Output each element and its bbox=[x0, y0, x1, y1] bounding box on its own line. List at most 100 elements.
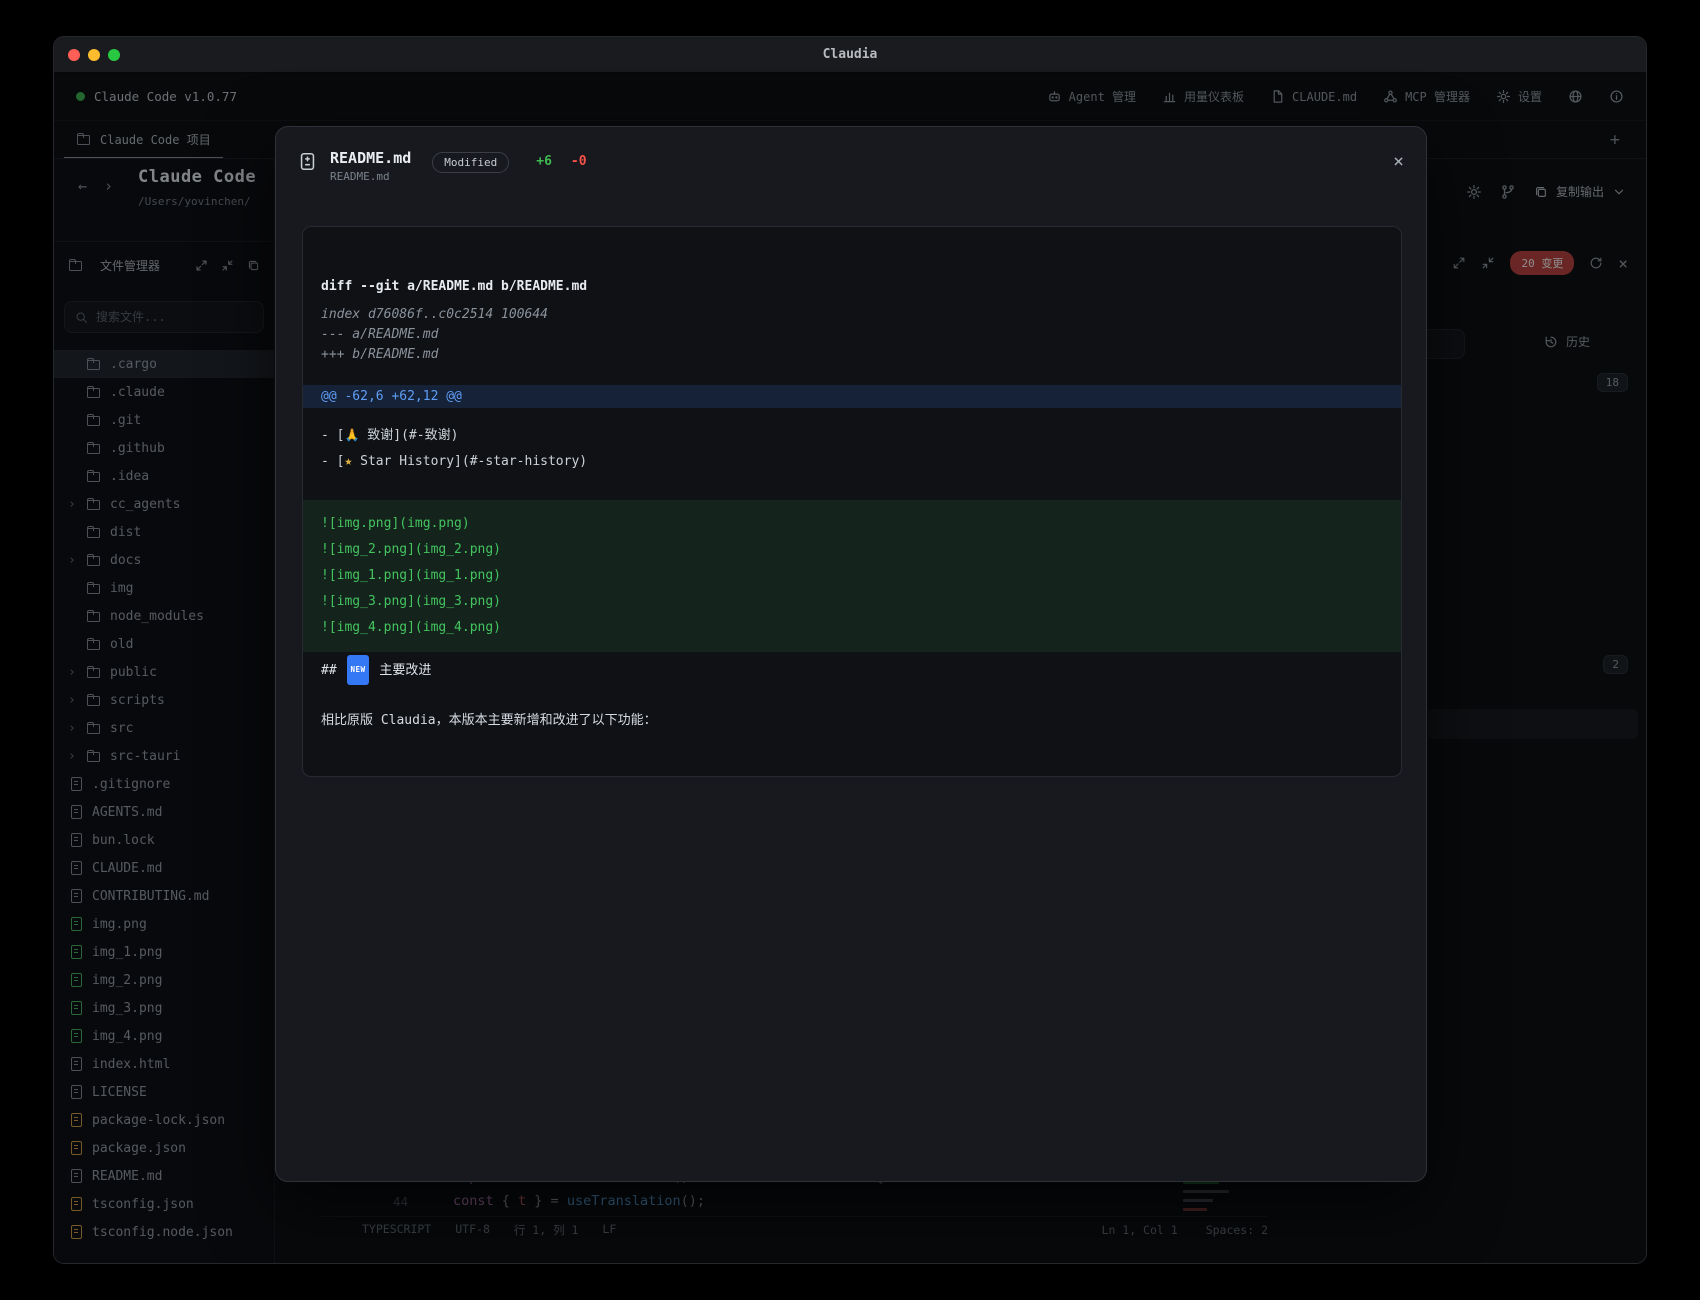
file-tree-item[interactable]: .gitignore bbox=[54, 770, 274, 798]
file-type-icon bbox=[68, 832, 84, 848]
file-tree-item[interactable]: CLAUDE.md bbox=[54, 854, 274, 882]
info-button[interactable] bbox=[1609, 89, 1624, 104]
file-tree-item[interactable]: › docs bbox=[54, 546, 274, 574]
tab-label: Claude Code 项目 bbox=[100, 131, 211, 148]
deletions-count: -0 bbox=[571, 154, 587, 169]
file-tree-item[interactable]: bun.lock bbox=[54, 826, 274, 854]
app-window: Claudia Claude Code v1.0.77 Agent 管理 用量仪… bbox=[53, 36, 1647, 1264]
menu-item-settings[interactable]: 设置 bbox=[1496, 88, 1542, 105]
window-close-button[interactable] bbox=[68, 49, 80, 61]
file-tree-item[interactable]: img_4.png bbox=[54, 1022, 274, 1050]
file-tree-item[interactable]: › scripts bbox=[54, 686, 274, 714]
diff-added-line: ![img_1.png](img_1.png) bbox=[321, 563, 1383, 589]
context-text: - [ bbox=[321, 428, 344, 443]
file-tree-item[interactable]: › src-tauri bbox=[54, 742, 274, 770]
changes-count-badge[interactable]: 20 变更 bbox=[1510, 251, 1574, 275]
file-type-icon bbox=[86, 468, 102, 484]
menu-item-mcp-manager[interactable]: MCP 管理器 bbox=[1383, 88, 1470, 105]
window-zoom-button[interactable] bbox=[108, 49, 120, 61]
diff-meta-line: --- a/README.md bbox=[321, 325, 1383, 345]
menu-item-agent-manager[interactable]: Agent 管理 bbox=[1047, 88, 1136, 105]
diff-context-lines: - [🙏 致谢](#-致谢) - [★ Star History](#-star… bbox=[321, 422, 1383, 475]
app-header: Claude Code v1.0.77 Agent 管理 用量仪表板 CLAUD… bbox=[54, 73, 1646, 121]
file-name: img_1.png bbox=[92, 945, 162, 960]
panel-row bbox=[1428, 709, 1638, 739]
line-number: 44 bbox=[275, 1194, 408, 1209]
file-tree-item[interactable]: index.html bbox=[54, 1050, 274, 1078]
expand-icon[interactable] bbox=[195, 259, 208, 272]
file-tree-item[interactable]: .github bbox=[54, 434, 274, 462]
file-tree-item[interactable]: CONTRIBUTING.md bbox=[54, 882, 274, 910]
file-tree-item[interactable]: img.png bbox=[54, 910, 274, 938]
file-name: .github bbox=[110, 441, 165, 456]
gear-icon[interactable] bbox=[1466, 184, 1482, 200]
menu-item-usage-dashboard[interactable]: 用量仪表板 bbox=[1162, 88, 1244, 105]
git-branch-icon[interactable] bbox=[1500, 184, 1516, 200]
file-type-icon bbox=[68, 888, 84, 904]
diff-file-header: diff --git a/README.md b/README.md bbox=[321, 279, 1383, 294]
window-minimize-button[interactable] bbox=[88, 49, 100, 61]
file-name: package.json bbox=[92, 1141, 186, 1156]
copy-icon[interactable] bbox=[247, 259, 260, 272]
file-name: img.png bbox=[92, 917, 147, 932]
file-tree-item[interactable]: .idea bbox=[54, 462, 274, 490]
changes-toolbar: 20 变更 × bbox=[1452, 251, 1628, 275]
file-tree-item[interactable]: LICENSE bbox=[54, 1078, 274, 1106]
copy-output-button[interactable]: 复制输出 bbox=[1534, 183, 1626, 200]
history-button[interactable]: 历史 bbox=[1544, 333, 1590, 350]
file-tree-item[interactable]: AGENTS.md bbox=[54, 798, 274, 826]
file-tree-item[interactable]: old bbox=[54, 630, 274, 658]
file-tree-item[interactable]: .claude bbox=[54, 378, 274, 406]
chevron-right-icon: › bbox=[68, 553, 86, 568]
file-tree-item[interactable]: dist bbox=[54, 518, 274, 546]
collapse-icon[interactable] bbox=[221, 259, 234, 272]
file-tree-item[interactable]: tsconfig.json bbox=[54, 1190, 274, 1218]
file-tree-item[interactable]: › cc_agents bbox=[54, 490, 274, 518]
diff-hunk-header: @@ -62,6 +62,12 @@ bbox=[303, 385, 1401, 408]
file-name: old bbox=[110, 637, 133, 652]
tab-claude-code-projects[interactable]: Claude Code 项目 bbox=[64, 121, 223, 158]
file-tree-item[interactable]: node_modules bbox=[54, 602, 274, 630]
file-tree-item[interactable]: › src bbox=[54, 714, 274, 742]
menu-item-claude-md[interactable]: CLAUDE.md bbox=[1270, 89, 1357, 104]
copy-output-label: 复制输出 bbox=[1556, 183, 1604, 200]
file-tree-item[interactable]: README.md bbox=[54, 1162, 274, 1190]
diff-added-line: ![img_3.png](img_3.png) bbox=[321, 589, 1383, 615]
file-type-icon bbox=[86, 356, 102, 372]
chevron-right-icon: › bbox=[68, 693, 86, 708]
folder-icon bbox=[76, 131, 92, 147]
file-type-icon bbox=[86, 608, 102, 624]
file-tree-item[interactable]: img bbox=[54, 574, 274, 602]
file-tree-item[interactable]: img_3.png bbox=[54, 994, 274, 1022]
file-tree-item[interactable]: › public bbox=[54, 658, 274, 686]
file-tree-item[interactable]: img_2.png bbox=[54, 966, 274, 994]
expand-icon[interactable] bbox=[1452, 256, 1466, 270]
back-icon[interactable]: ← bbox=[78, 177, 87, 195]
file-name: src-tauri bbox=[110, 749, 180, 764]
collapse-icon[interactable] bbox=[1481, 256, 1495, 270]
file-tree-item[interactable]: .git bbox=[54, 406, 274, 434]
close-icon[interactable]: × bbox=[1618, 254, 1628, 273]
file-name: bun.lock bbox=[92, 833, 155, 848]
file-tree-item[interactable]: .cargo bbox=[54, 350, 274, 378]
file-name: dist bbox=[110, 525, 141, 540]
window-title: Claudia bbox=[54, 37, 1646, 73]
search-input[interactable] bbox=[96, 310, 253, 324]
status-item: Spaces: 2 bbox=[1206, 1223, 1268, 1237]
globe-icon bbox=[1568, 89, 1583, 104]
new-tab-button[interactable]: + bbox=[1594, 130, 1636, 150]
file-tree-item[interactable]: package-lock.json bbox=[54, 1106, 274, 1134]
language-button[interactable] bbox=[1568, 89, 1583, 104]
file-tree-item[interactable]: tsconfig.node.json bbox=[54, 1218, 274, 1246]
close-icon[interactable]: × bbox=[1393, 151, 1404, 172]
file-tree-item[interactable]: package.json bbox=[54, 1134, 274, 1162]
new-emoji-icon: NEW bbox=[347, 655, 368, 685]
file-type-icon bbox=[86, 412, 102, 428]
file-name: docs bbox=[110, 553, 141, 568]
refresh-icon[interactable] bbox=[1589, 256, 1603, 270]
file-tree-item[interactable]: img_1.png bbox=[54, 938, 274, 966]
folder-icon bbox=[68, 257, 84, 273]
diff-context-line: - [★ Star History](#-star-history) bbox=[321, 449, 1383, 475]
file-name: .claude bbox=[110, 385, 165, 400]
file-type-icon bbox=[68, 1056, 84, 1072]
